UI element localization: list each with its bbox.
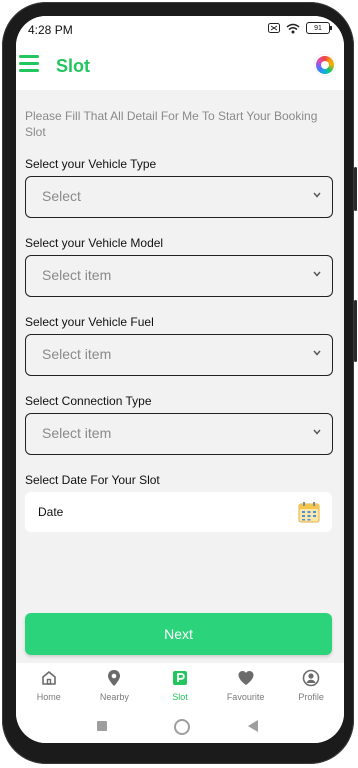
page-title: Slot — [56, 56, 90, 76]
chevron-down-icon — [313, 271, 321, 277]
nav-label-favourite: Favourite — [226, 692, 265, 702]
vehicle-fuel-value: Select item — [42, 346, 112, 362]
status-bar: 4:28 PM 91 — [16, 16, 344, 46]
nav-label-slot: Slot — [172, 692, 188, 702]
status-time: 4:28 PM — [28, 23, 73, 37]
power-button — [354, 167, 357, 211]
home-button[interactable] — [174, 719, 190, 735]
connection-type-label: Select Connection Type — [25, 394, 152, 408]
form-intro: Please Fill That All Detail For Me To St… — [25, 109, 318, 139]
calendar-icon[interactable] — [298, 501, 320, 523]
phone-frame: 4:28 PM 91 Slot Please Fill That All Det… — [2, 2, 357, 764]
battery-icon: 91 — [306, 22, 332, 34]
screen: 4:28 PM 91 Slot Please Fill That All Det… — [16, 16, 344, 743]
volume-button — [354, 300, 357, 362]
nav-label-home: Home — [36, 692, 61, 702]
vehicle-model-dropdown[interactable]: Select item — [25, 255, 333, 297]
date-label: Select Date For Your Slot — [25, 473, 160, 487]
connection-type-dropdown[interactable]: Select item — [25, 413, 333, 455]
next-button[interactable]: Next — [25, 613, 332, 655]
status-icons: 91 — [268, 22, 332, 34]
sim-icon — [268, 23, 280, 33]
nav-label-profile: Profile — [298, 692, 324, 702]
parking-icon — [172, 671, 187, 685]
nav-label-nearby: Nearby — [99, 692, 129, 702]
nav-item-nearby[interactable]: Nearby — [82, 663, 148, 709]
bottom-nav: Home Nearby Slot Favourite Profile — [16, 663, 344, 709]
back-button[interactable] — [248, 720, 258, 732]
menu-icon[interactable] — [19, 55, 39, 72]
chevron-down-icon — [313, 192, 321, 198]
nav-item-favourite[interactable]: Favourite — [213, 663, 279, 709]
battery-level: 91 — [314, 24, 322, 32]
chevron-down-icon — [313, 429, 321, 435]
vehicle-model-value: Select item — [42, 267, 112, 283]
wifi-icon — [286, 23, 300, 33]
nav-item-slot[interactable]: Slot — [147, 663, 213, 709]
nav-item-home[interactable]: Home — [16, 663, 82, 709]
vehicle-type-value: Select — [42, 188, 81, 204]
system-nav-bar — [16, 709, 344, 743]
vehicle-model-label: Select your Vehicle Model — [25, 236, 164, 250]
nav-item-profile[interactable]: Profile — [278, 663, 344, 709]
avatar[interactable] — [314, 54, 336, 76]
vehicle-type-label: Select your Vehicle Type — [25, 157, 157, 171]
chevron-down-icon — [313, 350, 321, 356]
date-picker-field[interactable]: Date — [25, 492, 332, 532]
heart-icon — [238, 671, 254, 685]
vehicle-type-dropdown[interactable]: Select — [25, 176, 333, 218]
connection-type-value: Select item — [42, 425, 112, 441]
vehicle-fuel-label: Select your Vehicle Fuel — [25, 315, 154, 329]
profile-icon — [302, 669, 320, 687]
date-value: Date — [38, 505, 64, 519]
app-bar: Slot — [16, 46, 344, 90]
location-pin-icon — [108, 670, 121, 686]
home-icon — [41, 671, 56, 685]
vehicle-fuel-dropdown[interactable]: Select item — [25, 334, 333, 376]
recents-button[interactable] — [97, 721, 107, 731]
